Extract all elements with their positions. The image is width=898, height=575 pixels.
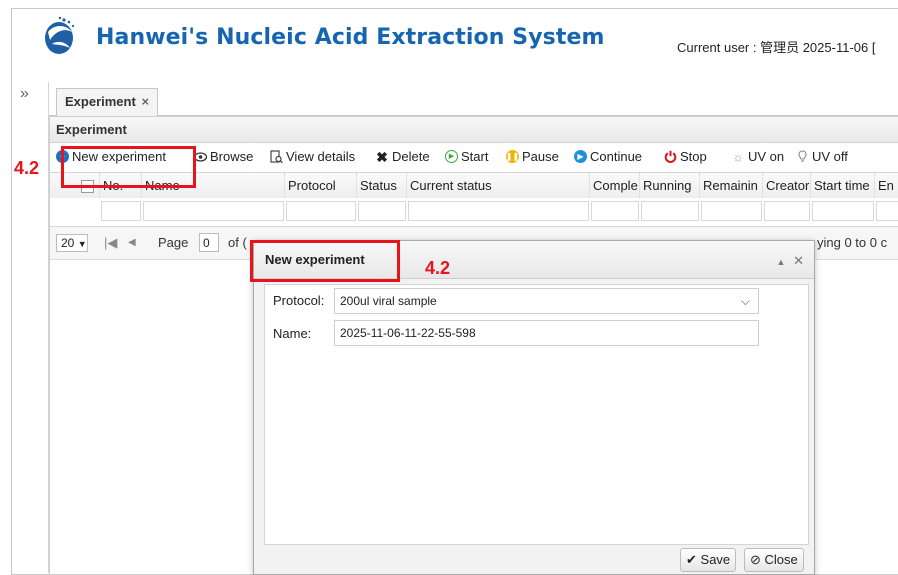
- prev-page-icon[interactable]: ◀: [128, 237, 136, 248]
- tab-label: Experiment: [65, 94, 136, 109]
- cancel-icon: ⊘: [750, 552, 761, 567]
- logo-icon: [45, 16, 75, 54]
- filter-input-no[interactable]: [101, 201, 141, 221]
- close-icon[interactable]: ✕: [793, 253, 804, 268]
- tab-experiment[interactable]: Experiment ×: [56, 88, 159, 117]
- document-search-icon: [269, 149, 283, 164]
- plus-circle-icon: +: [56, 150, 69, 163]
- start-button[interactable]: ▶ Start: [445, 149, 488, 164]
- filter-input-remaining[interactable]: [701, 201, 762, 221]
- column-header-name[interactable]: Name: [142, 173, 285, 198]
- select-all-checkbox[interactable]: [81, 180, 94, 193]
- browse-button[interactable]: Browse: [193, 149, 253, 164]
- dropdown-arrow-icon: ▼: [77, 239, 87, 249]
- continue-button[interactable]: ▶ Continue: [574, 149, 642, 164]
- filter-input-creator[interactable]: [764, 201, 810, 221]
- chevron-down-icon: ⌵: [740, 294, 750, 308]
- select-all-cell: [50, 173, 100, 198]
- filter-input-name[interactable]: [143, 201, 284, 221]
- save-button[interactable]: ✔ Save: [680, 548, 737, 572]
- expand-sidebar-icon[interactable]: »: [20, 86, 29, 102]
- eye-icon: [193, 150, 207, 164]
- annotation-step-label: 4.2: [425, 258, 451, 278]
- filter-input-complete[interactable]: [591, 201, 639, 221]
- continue-icon: ▶: [574, 150, 587, 163]
- collapse-icon[interactable]: ▲: [777, 257, 786, 267]
- check-icon: ✔: [686, 552, 697, 567]
- column-header-status[interactable]: Status: [357, 173, 407, 198]
- dialog-footer: ✔ Save ⊘ Close: [254, 546, 814, 574]
- page-label: Page: [158, 235, 189, 250]
- protocol-select[interactable]: 200ul viral sample ⌵: [334, 288, 759, 314]
- bulb-on-icon: ☼: [732, 149, 744, 164]
- grid-header: No. Name Protocol Status Current status …: [50, 172, 898, 199]
- filter-input-status[interactable]: [358, 201, 406, 221]
- column-header-no[interactable]: No.: [100, 173, 142, 198]
- filter-input-protocol[interactable]: [286, 201, 356, 221]
- column-header-creator[interactable]: Creator: [763, 173, 811, 198]
- bulb-off-icon: [795, 150, 809, 164]
- view-details-button[interactable]: View details: [269, 149, 355, 164]
- stop-button[interactable]: Stop: [663, 149, 707, 164]
- dialog-window-controls: ▲ ✕: [777, 253, 804, 269]
- app-title: Hanwei's Nucleic Acid Extraction System: [96, 25, 605, 50]
- play-icon: ▶: [445, 150, 458, 163]
- uv-on-button[interactable]: ☼ UV on: [731, 149, 785, 164]
- page-of-label: of (: [228, 235, 247, 250]
- filter-input-running[interactable]: [641, 201, 699, 221]
- name-label: Name:: [273, 326, 312, 341]
- power-icon: [663, 150, 677, 164]
- dialog-title: New experiment: [254, 241, 814, 279]
- toolbar: + New experiment Browse View details ✖ D…: [50, 144, 898, 172]
- pause-icon: ❚❚: [506, 150, 519, 163]
- pause-button[interactable]: ❚❚ Pause: [506, 149, 559, 164]
- filter-input-end[interactable]: [876, 201, 898, 221]
- column-header-complete[interactable]: Comple: [590, 173, 640, 198]
- x-icon: ✖: [376, 148, 388, 165]
- first-page-icon[interactable]: |◀: [104, 235, 117, 251]
- tab-bar: Experiment ×: [49, 85, 898, 117]
- displaying-info: ying 0 to 0 c: [817, 235, 888, 250]
- column-header-end[interactable]: En: [875, 173, 898, 198]
- dialog-body: Protocol: 200ul viral sample ⌵ Name: 202…: [264, 284, 809, 545]
- column-header-current-status[interactable]: Current status: [407, 173, 590, 198]
- sidebar-collapsed: [12, 82, 49, 573]
- grid-filter-row: [50, 198, 898, 227]
- uv-off-button[interactable]: UV off: [795, 149, 848, 164]
- page-size-select[interactable]: 20 ▼: [56, 234, 88, 252]
- annotation-step-label: 4.2: [14, 158, 40, 178]
- close-button[interactable]: ⊘ Close: [744, 548, 804, 572]
- column-header-protocol[interactable]: Protocol: [285, 173, 357, 198]
- protocol-label: Protocol:: [273, 293, 325, 308]
- column-header-running[interactable]: Running: [640, 173, 700, 198]
- current-user-info: Current user : 管理员 2025-11-06 [: [677, 40, 876, 55]
- name-input[interactable]: 2025-11-06-11-22-55-598: [334, 320, 759, 346]
- column-header-start-time[interactable]: Start time: [811, 173, 875, 198]
- filter-input-start-time[interactable]: [812, 201, 874, 221]
- close-icon[interactable]: ×: [141, 94, 149, 109]
- page-number-input[interactable]: 0: [199, 233, 219, 252]
- delete-button[interactable]: ✖ Delete: [375, 148, 429, 165]
- panel-title: Experiment: [50, 117, 898, 143]
- filter-input-current-status[interactable]: [408, 201, 589, 221]
- new-experiment-dialog: New experiment ▲ ✕ Protocol: 200ul viral…: [253, 240, 815, 575]
- column-header-remaining[interactable]: Remainin: [700, 173, 763, 198]
- new-experiment-button[interactable]: + New experiment: [56, 149, 166, 164]
